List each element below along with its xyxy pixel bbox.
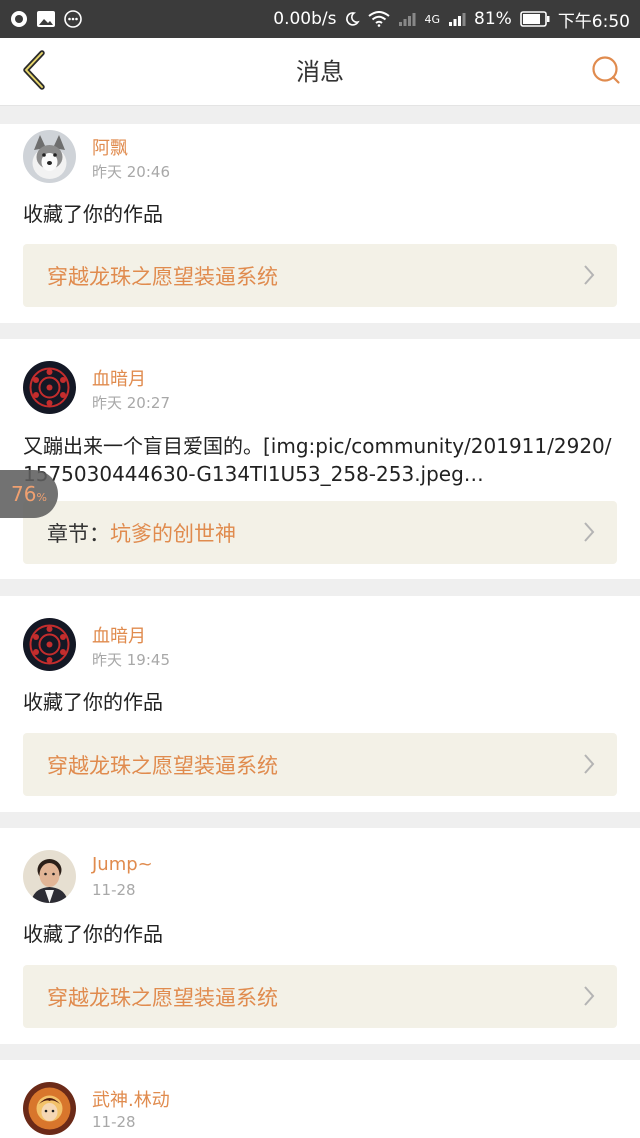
ref-title: 穿越龙珠之愿望装逼系统 [47,985,278,1010]
ref-title: 穿越龙珠之愿望装逼系统 [47,753,278,778]
chevron-right-icon [583,753,595,780]
avatar[interactable] [23,130,76,183]
message-text: 收藏了你的作品 [23,922,163,946]
message-card[interactable]: 阿飘 昨天 20:46 收藏了你的作品 穿越龙珠之愿望装逼系统 [0,124,640,323]
message-card[interactable]: 血暗月 昨天 20:27 又蹦出来一个盲目爱国的。[img:pic/commun… [0,339,640,579]
signal-2-icon [448,11,466,27]
avatar[interactable] [23,618,76,671]
chevron-right-icon [583,985,595,1012]
badge-value: 76 [11,482,37,506]
network-speed: 0.00b/s [273,9,337,29]
avatar[interactable] [23,1082,76,1135]
badge-unit: % [36,490,47,504]
ref-title: 坑爹的创世神 [110,521,236,546]
avatar[interactable] [23,850,76,903]
message-card[interactable]: 血暗月 昨天 19:45 收藏了你的作品 穿越龙珠之愿望装逼系统 [0,596,640,812]
message-card[interactable]: Jump~ 11-28 收藏了你的作品 穿越龙珠之愿望装逼系统 [0,828,640,1044]
ref-title: 穿越龙珠之愿望装逼系统 [47,264,278,289]
work-link[interactable]: 穿越龙珠之愿望装逼系统 [23,244,617,307]
nav-bar: 消息 [0,38,640,106]
wifi-icon [368,11,391,27]
ref-prefix: 章节： [47,521,110,546]
message-text: 收藏了你的作品 [23,690,163,714]
message-text: 收藏了你的作品 [23,202,163,226]
timestamp: 11-28 [92,881,136,899]
search-button[interactable] [584,50,628,94]
username[interactable]: Jump~ [92,854,153,875]
signal-1-icon [398,11,416,27]
username[interactable]: 血暗月 [92,365,146,391]
timestamp: 11-28 [92,1113,136,1131]
image-icon [36,10,56,28]
search-icon [590,54,622,90]
battery-percent: 81% [474,9,512,29]
avatar[interactable] [23,361,76,414]
message-text: 又蹦出来一个盲目爱国的。[img:pic/community/201911/29… [23,434,612,486]
timestamp: 昨天 20:27 [92,394,170,412]
username[interactable]: 血暗月 [92,622,146,648]
timestamp: 昨天 20:46 [92,163,170,181]
chapter-link[interactable]: 章节： 坑爹的创世神 [23,501,617,564]
app-notification-icon [10,10,28,28]
moon-icon [344,11,361,27]
work-link[interactable]: 穿越龙珠之愿望装逼系统 [23,965,617,1028]
username[interactable]: 阿飘 [92,134,128,160]
battery-icon [520,11,550,27]
username[interactable]: 武神.林动 [92,1086,170,1112]
network-type: 4G [424,12,441,26]
chevron-right-icon [583,264,595,291]
page-title: 消息 [296,58,344,86]
more-dots-icon [64,10,82,28]
status-bar: 0.00b/s 4G 81% 下午6:50 [0,0,640,38]
chevron-right-icon [583,521,595,548]
floating-progress-badge[interactable]: 76% [0,470,58,518]
timestamp: 昨天 19:45 [92,651,170,669]
work-link[interactable]: 穿越龙珠之愿望装逼系统 [23,733,617,796]
message-card[interactable]: 武神.林动 11-28 [0,1060,640,1138]
clock: 下午6:50 [557,11,630,32]
